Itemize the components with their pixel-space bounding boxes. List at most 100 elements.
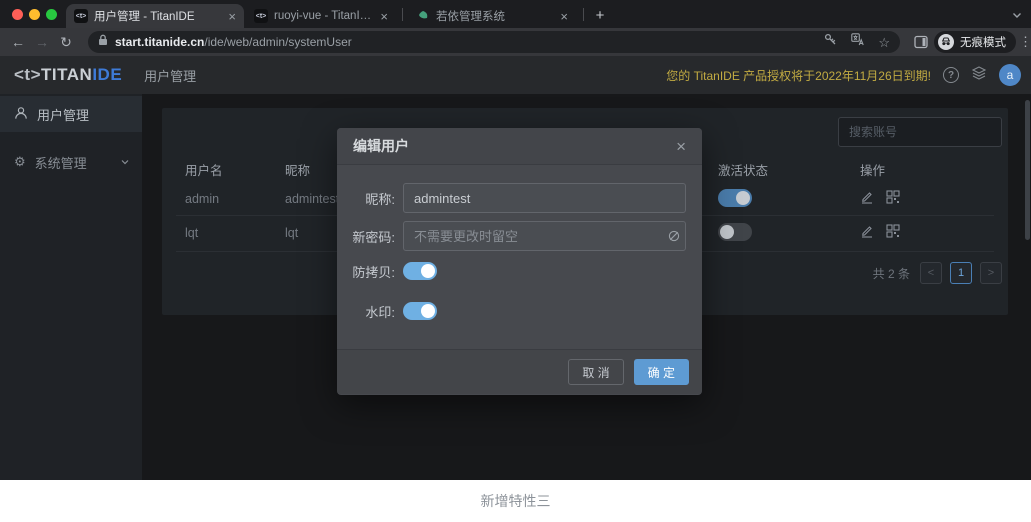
modal-title: 编辑用户 bbox=[353, 136, 409, 156]
password-key-icon[interactable] bbox=[824, 33, 837, 51]
tab-separator bbox=[402, 8, 403, 21]
macos-zoom-button[interactable] bbox=[46, 9, 57, 20]
caption-strip: 新增特性三 bbox=[0, 480, 1031, 522]
pagination: 共 2 条 < 1 > bbox=[873, 258, 1002, 288]
pagination-next-button[interactable]: > bbox=[980, 262, 1002, 284]
tab-title: ruoyi-vue - TitanIDE bbox=[274, 10, 374, 22]
browser-window: <t> 用户管理 - TitanIDE × <t> ruoyi-vue - Ti… bbox=[0, 0, 1031, 522]
cell-nickname: admintest bbox=[285, 192, 339, 206]
toggle-knob bbox=[421, 264, 435, 278]
search-input[interactable] bbox=[838, 117, 1002, 147]
titanide-favicon-icon: <t> bbox=[74, 9, 88, 23]
column-header-nickname: 昵称 bbox=[285, 160, 310, 179]
close-icon[interactable]: × bbox=[676, 138, 686, 155]
cell-nickname: lqt bbox=[285, 226, 298, 240]
nickname-label: 昵称: bbox=[337, 189, 395, 208]
tab-title: 用户管理 - TitanIDE bbox=[94, 8, 222, 24]
watermark-label: 水印: bbox=[337, 302, 395, 321]
edit-icon[interactable] bbox=[860, 190, 874, 204]
cell-username: admin bbox=[185, 192, 219, 206]
sidebar-item-label: 用户管理 bbox=[37, 105, 89, 124]
incognito-label: 无痕模式 bbox=[960, 34, 1006, 50]
titanide-favicon-icon: <t> bbox=[254, 9, 268, 23]
incognito-badge: 无痕模式 bbox=[934, 31, 1016, 53]
pagination-total: 共 2 条 bbox=[873, 265, 910, 282]
caption-text: 新增特性三 bbox=[481, 491, 551, 511]
copy-protect-row: 防拷贝: bbox=[337, 261, 702, 281]
chevron-down-icon bbox=[120, 155, 130, 170]
nickname-field-row: 昵称: bbox=[337, 183, 702, 213]
ruoyi-leaf-icon bbox=[416, 9, 430, 23]
column-header-actions: 操作 bbox=[860, 160, 885, 179]
browser-toolbar: ← → ↻ start.titanide.cn/ide/web/admin/sy… bbox=[0, 28, 1031, 56]
browser-menu-icon[interactable]: ⋮ bbox=[1019, 34, 1031, 50]
modal-header: 编辑用户 × bbox=[337, 128, 702, 165]
modal-body: 昵称: 新密码: 防拷贝: 水印: bbox=[337, 165, 702, 349]
qrcode-icon[interactable] bbox=[886, 190, 900, 204]
cell-username: lqt bbox=[185, 226, 198, 240]
forward-button[interactable]: → bbox=[30, 34, 54, 50]
macos-close-button[interactable] bbox=[12, 9, 23, 20]
page-title: 用户管理 bbox=[144, 66, 196, 85]
user-avatar[interactable]: a bbox=[999, 64, 1021, 86]
sidebar-item-system-management[interactable]: ⚙ 系统管理 bbox=[0, 144, 142, 180]
copy-protect-toggle[interactable] bbox=[403, 262, 437, 280]
sidebar: 用户管理 ⚙ 系统管理 bbox=[0, 94, 142, 480]
password-field-row: 新密码: bbox=[337, 221, 702, 251]
tab-search-chevron-icon[interactable] bbox=[1011, 8, 1023, 26]
edit-user-modal: 编辑用户 × 昵称: 新密码: 防拷贝: 水印: bbox=[337, 128, 702, 395]
browser-tab-strip: <t> 用户管理 - TitanIDE × <t> ruoyi-vue - Ti… bbox=[0, 0, 1031, 28]
url-host: start.titanide.cn bbox=[115, 35, 204, 49]
new-password-input[interactable] bbox=[403, 221, 686, 251]
titanide-logo[interactable]: <t>TITANIDE bbox=[14, 65, 122, 85]
copy-protect-label: 防拷贝: bbox=[337, 262, 395, 281]
column-header-active-state: 激活状态 bbox=[718, 160, 768, 179]
password-label: 新密码: bbox=[337, 227, 395, 246]
url-path: /ide/web/admin/systemUser bbox=[204, 35, 351, 49]
gear-icon: ⚙ bbox=[14, 154, 26, 170]
app-header: <t>TITANIDE 用户管理 您的 TitanIDE 产品授权将于2022年… bbox=[0, 56, 1031, 94]
scrollbar-thumb[interactable] bbox=[1025, 100, 1030, 240]
incognito-icon bbox=[938, 34, 954, 50]
eye-off-icon[interactable] bbox=[667, 229, 681, 248]
bookmark-star-icon[interactable]: ☆ bbox=[878, 36, 890, 49]
edit-icon[interactable] bbox=[860, 224, 874, 238]
translate-icon[interactable] bbox=[851, 33, 864, 51]
sidebar-item-label: 系统管理 bbox=[35, 153, 87, 172]
pagination-page-1-button[interactable]: 1 bbox=[950, 262, 972, 284]
qrcode-icon[interactable] bbox=[886, 224, 900, 238]
browser-tab-ruoyi-vue[interactable]: <t> ruoyi-vue - TitanIDE × bbox=[246, 4, 396, 28]
license-warning: 您的 TitanIDE 产品授权将于2022年11月26日到期! bbox=[666, 67, 931, 84]
tab-close-icon[interactable]: × bbox=[380, 10, 388, 23]
help-icon[interactable]: ? bbox=[943, 67, 959, 83]
address-bar[interactable]: start.titanide.cn/ide/web/admin/systemUs… bbox=[88, 31, 900, 53]
layers-icon[interactable] bbox=[971, 65, 987, 86]
row-actions bbox=[860, 190, 900, 204]
reload-button[interactable]: ↻ bbox=[54, 34, 78, 51]
macos-minimize-button[interactable] bbox=[29, 9, 40, 20]
side-panel-icon[interactable] bbox=[914, 35, 928, 54]
user-icon bbox=[14, 106, 28, 123]
watermark-row: 水印: bbox=[337, 301, 702, 321]
pagination-prev-button[interactable]: < bbox=[920, 262, 942, 284]
row-actions bbox=[860, 224, 900, 238]
browser-tab-ruoyi-system[interactable]: 若依管理系统 × bbox=[408, 4, 576, 28]
active-state-toggle[interactable] bbox=[718, 189, 752, 207]
browser-tab-user-management[interactable]: <t> 用户管理 - TitanIDE × bbox=[66, 4, 244, 28]
sidebar-item-user-management[interactable]: 用户管理 bbox=[0, 96, 142, 132]
tab-close-icon[interactable]: × bbox=[560, 10, 568, 23]
cancel-button[interactable]: 取 消 bbox=[568, 359, 623, 385]
modal-footer: 取 消 确 定 bbox=[337, 349, 702, 394]
confirm-button[interactable]: 确 定 bbox=[634, 359, 689, 385]
toggle-knob bbox=[421, 304, 435, 318]
column-header-username: 用户名 bbox=[185, 160, 223, 179]
toggle-knob bbox=[736, 191, 750, 205]
tab-close-icon[interactable]: × bbox=[228, 10, 236, 23]
active-state-toggle[interactable] bbox=[718, 223, 752, 241]
back-button[interactable]: ← bbox=[6, 34, 30, 50]
tab-separator bbox=[583, 8, 584, 21]
new-tab-button[interactable]: + bbox=[589, 5, 611, 27]
nickname-input[interactable] bbox=[403, 183, 686, 213]
lock-icon bbox=[98, 33, 108, 51]
watermark-toggle[interactable] bbox=[403, 302, 437, 320]
